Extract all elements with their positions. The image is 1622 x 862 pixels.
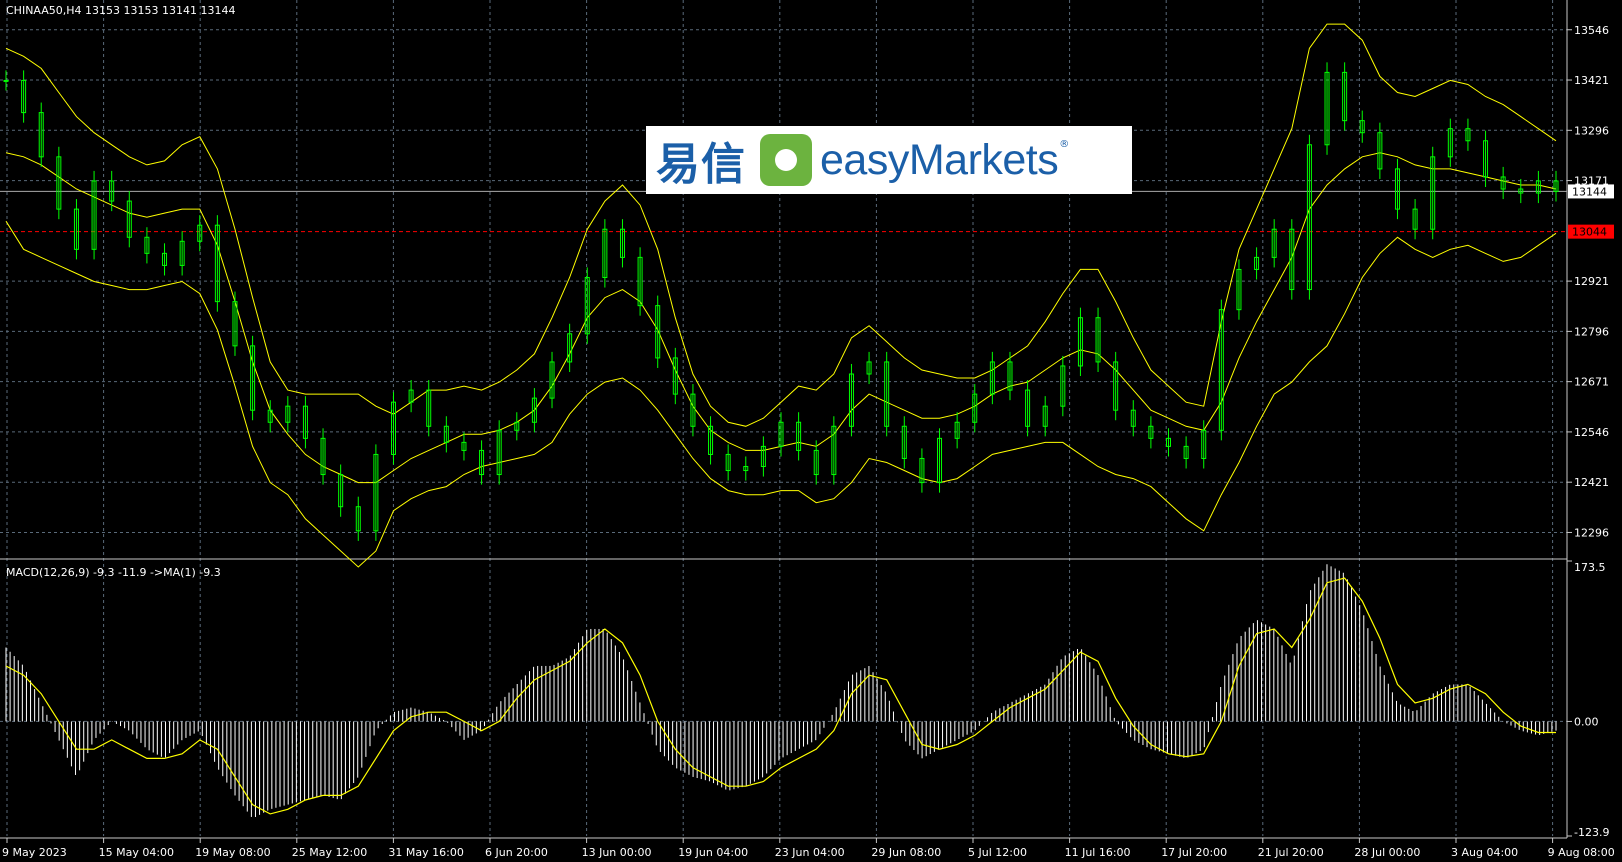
price-panel-title: CHINAA50,H4 13153 13153 13141 13144	[6, 4, 236, 17]
price-marks: 1314413044	[0, 23, 1614, 568]
macd-tick-label: 173.5	[1574, 561, 1606, 574]
price-tick-label: 13171	[1574, 175, 1609, 188]
time-tick-label: 25 May 12:00	[292, 846, 367, 859]
price-tick-label: 12671	[1574, 376, 1609, 389]
time-tick-label: 29 Jun 08:00	[871, 846, 941, 859]
time-tick-label: 6 Jun 20:00	[485, 846, 548, 859]
time-tick-label: 23 Jun 04:00	[775, 846, 845, 859]
reference-level-label: 13044	[1572, 226, 1607, 239]
time-tick-label: 3 Aug 04:00	[1451, 846, 1518, 859]
price-tick-label: 13546	[1574, 24, 1609, 37]
time-tick-label: 13 Jun 00:00	[582, 846, 652, 859]
price-tick-label: 13296	[1574, 124, 1609, 137]
logo-en-text: easyMarkets	[820, 135, 1059, 184]
time-tick-label: 17 Jul 20:00	[1161, 846, 1227, 859]
time-tick-label: 5 Jul 12:00	[968, 846, 1027, 859]
macd-tick-label: 0.00	[1574, 715, 1599, 728]
time-tick-label: 9 May 2023	[2, 846, 67, 859]
time-tick-label: 19 May 08:00	[195, 846, 270, 859]
time-tick-label: 21 Jul 20:00	[1258, 846, 1324, 859]
logo-cn-text: 易信	[656, 139, 746, 190]
macd-marks	[5, 564, 1557, 818]
price-tick-label: 12546	[1574, 426, 1609, 439]
logo-registered-mark: ®	[1059, 138, 1070, 150]
time-tick-label: 28 Jul 00:00	[1354, 846, 1420, 859]
price-tick-label: 13421	[1574, 74, 1609, 87]
macd-signal-line	[5, 577, 1556, 815]
price-tick-label: 12421	[1574, 476, 1609, 489]
price-tick-label: 12921	[1574, 275, 1609, 288]
price-tick-label: 12296	[1574, 526, 1609, 539]
price-bar-body	[3, 79, 9, 82]
time-tick-label: 19 Jun 04:00	[678, 846, 748, 859]
logo-mark-icon	[760, 134, 812, 186]
bollinger-upper-band	[5, 23, 1557, 427]
time-tick-label: 31 May 16:00	[388, 846, 463, 859]
bollinger-lower-band	[5, 220, 1557, 568]
time-tick-label: 11 Jul 16:00	[1065, 846, 1131, 859]
macd-panel-title: MACD(12,26,9) -9.3 -11.9 ->MA(1) -9.3	[6, 566, 221, 579]
easymarkets-logo: 易信 easyMarkets ®	[646, 126, 1132, 194]
price-tick-label: 12796	[1574, 325, 1609, 338]
macd-tick-label: -123.9	[1574, 826, 1609, 839]
time-tick-label: 15 May 04:00	[99, 846, 174, 859]
time-tick-label: 9 Aug 08:00	[1548, 846, 1615, 859]
